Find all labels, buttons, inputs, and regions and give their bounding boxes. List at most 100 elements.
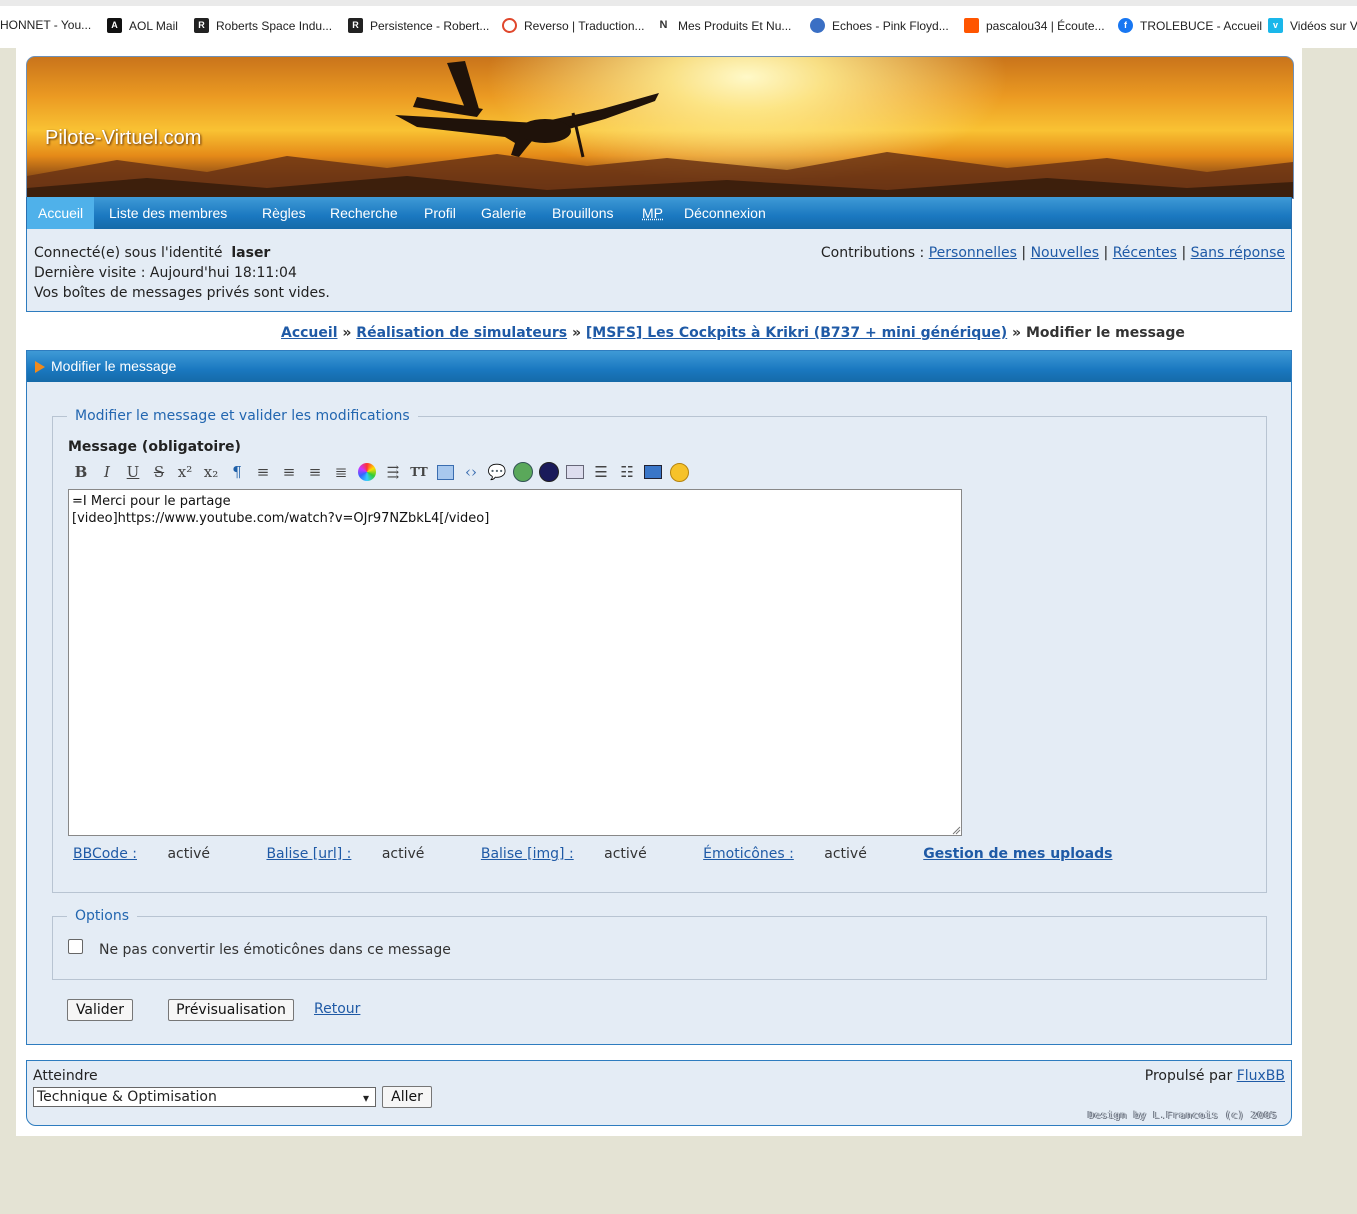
nav-regles[interactable]: Règles — [251, 197, 317, 229]
bookmark-label: Echoes - Pink Floyd... — [832, 18, 949, 33]
nav-accueil[interactable]: Accueil — [27, 197, 95, 229]
breadcrumb-sep: » — [1012, 325, 1022, 341]
bookmark-6[interactable]: Echoes - Pink Floyd... — [810, 18, 949, 33]
separator: | — [1181, 245, 1187, 261]
superscript-icon[interactable]: x² — [174, 461, 196, 483]
indent-icon[interactable]: ¶ — [226, 461, 248, 483]
bullet-list-icon[interactable]: ☰ — [590, 461, 612, 483]
breadcrumb-accueil[interactable]: Accueil — [281, 325, 338, 341]
speech-bubble-icon[interactable]: 💬 — [486, 461, 508, 483]
align-right-icon[interactable]: ≡ — [304, 461, 326, 483]
no-smilies-label: Ne pas convertir les émoticônes dans ce … — [99, 942, 451, 958]
go-button[interactable]: Aller — [382, 1086, 432, 1108]
email-icon[interactable] — [564, 461, 586, 483]
submit-button[interactable]: Valider — [67, 999, 133, 1021]
color-palette-icon[interactable] — [356, 461, 378, 483]
bbcode-flags: BBCode : activé Balise [url] : activé Ba… — [73, 846, 1138, 862]
bookmark-label: Reverso | Traduction... — [524, 18, 645, 33]
bookmark-label: HONNET - You... — [0, 18, 92, 32]
nav-galerie[interactable]: Galerie — [470, 197, 537, 229]
strikethrough-icon[interactable]: S — [148, 461, 170, 483]
bookmarks-bar: HONNET - You... A AOL Mail R Roberts Space… — [0, 0, 1357, 48]
justify-icon[interactable]: ≣ — [330, 461, 352, 483]
nav-profil[interactable]: Profil — [413, 197, 467, 229]
smiley-icon[interactable] — [668, 461, 690, 483]
breadcrumb-sep: » — [571, 325, 581, 341]
nav-liste-membres[interactable]: Liste des membres — [98, 197, 238, 229]
bookmark-2[interactable]: R Roberts Space Indu... — [194, 18, 332, 33]
bookmark-4[interactable]: Reverso | Traduction... — [502, 18, 645, 33]
reverso-icon — [502, 18, 517, 33]
bold-icon[interactable]: B — [70, 461, 92, 483]
nav-deconnexion[interactable]: Déconnexion — [673, 197, 777, 229]
breadcrumb-forum[interactable]: Réalisation de simulateurs — [356, 325, 567, 341]
site-banner: Pilote-Virtuel.com — [26, 56, 1294, 199]
bookmark-5[interactable]: N Mes Produits Et Nu... — [656, 18, 791, 33]
media-icon[interactable] — [538, 461, 560, 483]
numbered-list-icon[interactable]: ☷ — [616, 461, 638, 483]
underline-icon[interactable]: U — [122, 461, 144, 483]
bookmark-label: Roberts Space Indu... — [216, 18, 333, 33]
bookmark-0[interactable]: HONNET - You... — [0, 18, 91, 32]
message-textarea[interactable]: =I Merci pour le partage [video]https://… — [68, 489, 962, 836]
flag-url: Balise [url] : activé — [266, 846, 450, 862]
design-credit: Design by L.Francois (c) 2005 — [1087, 1110, 1277, 1121]
bookmark-label: pascalou34 | Écoute... — [986, 18, 1105, 33]
powered-by-label: Propulsé par — [1144, 1068, 1233, 1084]
bookmark-7[interactable]: pascalou34 | Écoute... — [964, 18, 1105, 33]
video-tv-icon[interactable] — [642, 461, 664, 483]
bbcode-toolbar: B I U S x² x₂ ¶ ≡ ≡ ≡ ≣ ⇶ TT ‹› 💬 ☰ ☷ — [70, 461, 694, 483]
back-link[interactable]: Retour — [314, 1001, 360, 1017]
italic-icon[interactable]: I — [96, 461, 118, 483]
connected-as: Connecté(e) sous l'identité laser — [34, 245, 270, 261]
preview-button[interactable]: Prévisualisation — [168, 999, 294, 1021]
web-icon[interactable] — [512, 461, 534, 483]
chevron-down-icon: ▾ — [362, 1091, 369, 1105]
uploads-link[interactable]: Gestion de mes uploads — [923, 846, 1112, 862]
img-tag-help-link[interactable]: Balise [img] : — [481, 846, 574, 862]
user-status-box: Connecté(e) sous l'identité laser Derniè… — [26, 229, 1292, 312]
quote-icon[interactable]: ⇶ — [382, 461, 404, 483]
contrib-sans-reponse-link[interactable]: Sans réponse — [1191, 245, 1285, 261]
image-icon[interactable] — [434, 461, 456, 483]
smilies-help-link[interactable]: Émoticônes : — [703, 846, 794, 862]
panel-title: Modifier le message — [51, 358, 177, 374]
breadcrumb-topic[interactable]: [MSFS] Les Cockpits à Krikri (B737 + min… — [586, 325, 1007, 341]
no-smilies-checkbox[interactable] — [68, 939, 83, 954]
contrib-personnelles-link[interactable]: Personnelles — [929, 245, 1017, 261]
nav-recherche[interactable]: Recherche — [319, 197, 409, 229]
align-center-icon[interactable]: ≡ — [278, 461, 300, 483]
site-logo[interactable]: Pilote-Virtuel.com — [45, 127, 201, 150]
flag-smilies: Émoticônes : activé — [703, 846, 893, 862]
main-nav: Accueil Liste des membres Règles Recherc… — [26, 197, 1292, 229]
separator: | — [1103, 245, 1109, 261]
bookmark-8[interactable]: f TROLEBUCE - Accueil — [1118, 18, 1262, 33]
contrib-recentes-link[interactable]: Récentes — [1113, 245, 1177, 261]
bbcode-help-link[interactable]: BBCode : — [73, 846, 137, 862]
contrib-nouvelles-link[interactable]: Nouvelles — [1031, 245, 1100, 261]
resize-grip-icon[interactable] — [952, 826, 961, 835]
subscript-icon[interactable]: x₂ — [200, 461, 222, 483]
separator: | — [1021, 245, 1027, 261]
flag-value: activé — [381, 846, 425, 862]
align-left-icon[interactable]: ≡ — [252, 461, 274, 483]
username: laser — [231, 245, 271, 261]
last-visit: Dernière visite : Aujourd'hui 18:11:04 — [34, 265, 297, 281]
flag-img: Balise [img] : activé — [481, 846, 673, 862]
bookmark-9[interactable]: v Vidéos sur V — [1268, 18, 1357, 33]
pm-info: Vos boîtes de messages privés sont vides… — [34, 285, 330, 301]
code-icon[interactable]: ‹› — [460, 461, 482, 483]
arrow-right-icon — [35, 361, 45, 373]
nav-brouillons[interactable]: Brouillons — [541, 197, 624, 229]
fluxbb-link[interactable]: FluxBB — [1237, 1068, 1285, 1084]
url-tag-help-link[interactable]: Balise [url] : — [266, 846, 351, 862]
message-label: Message (obligatoire) — [68, 439, 241, 455]
jump-select[interactable]: Technique & Optimisation ▾ — [33, 1087, 376, 1107]
edit-message-panel: Modifier le message Modifier le message … — [26, 350, 1292, 1045]
nav-mp[interactable]: MP — [631, 197, 674, 229]
flag-bbcode: BBCode : activé — [73, 846, 236, 862]
airplane-icon — [395, 61, 659, 158]
bookmark-1[interactable]: A AOL Mail — [107, 18, 178, 33]
bookmark-3[interactable]: R Persistence - Robert... — [348, 18, 489, 33]
font-size-icon[interactable]: TT — [408, 461, 430, 483]
